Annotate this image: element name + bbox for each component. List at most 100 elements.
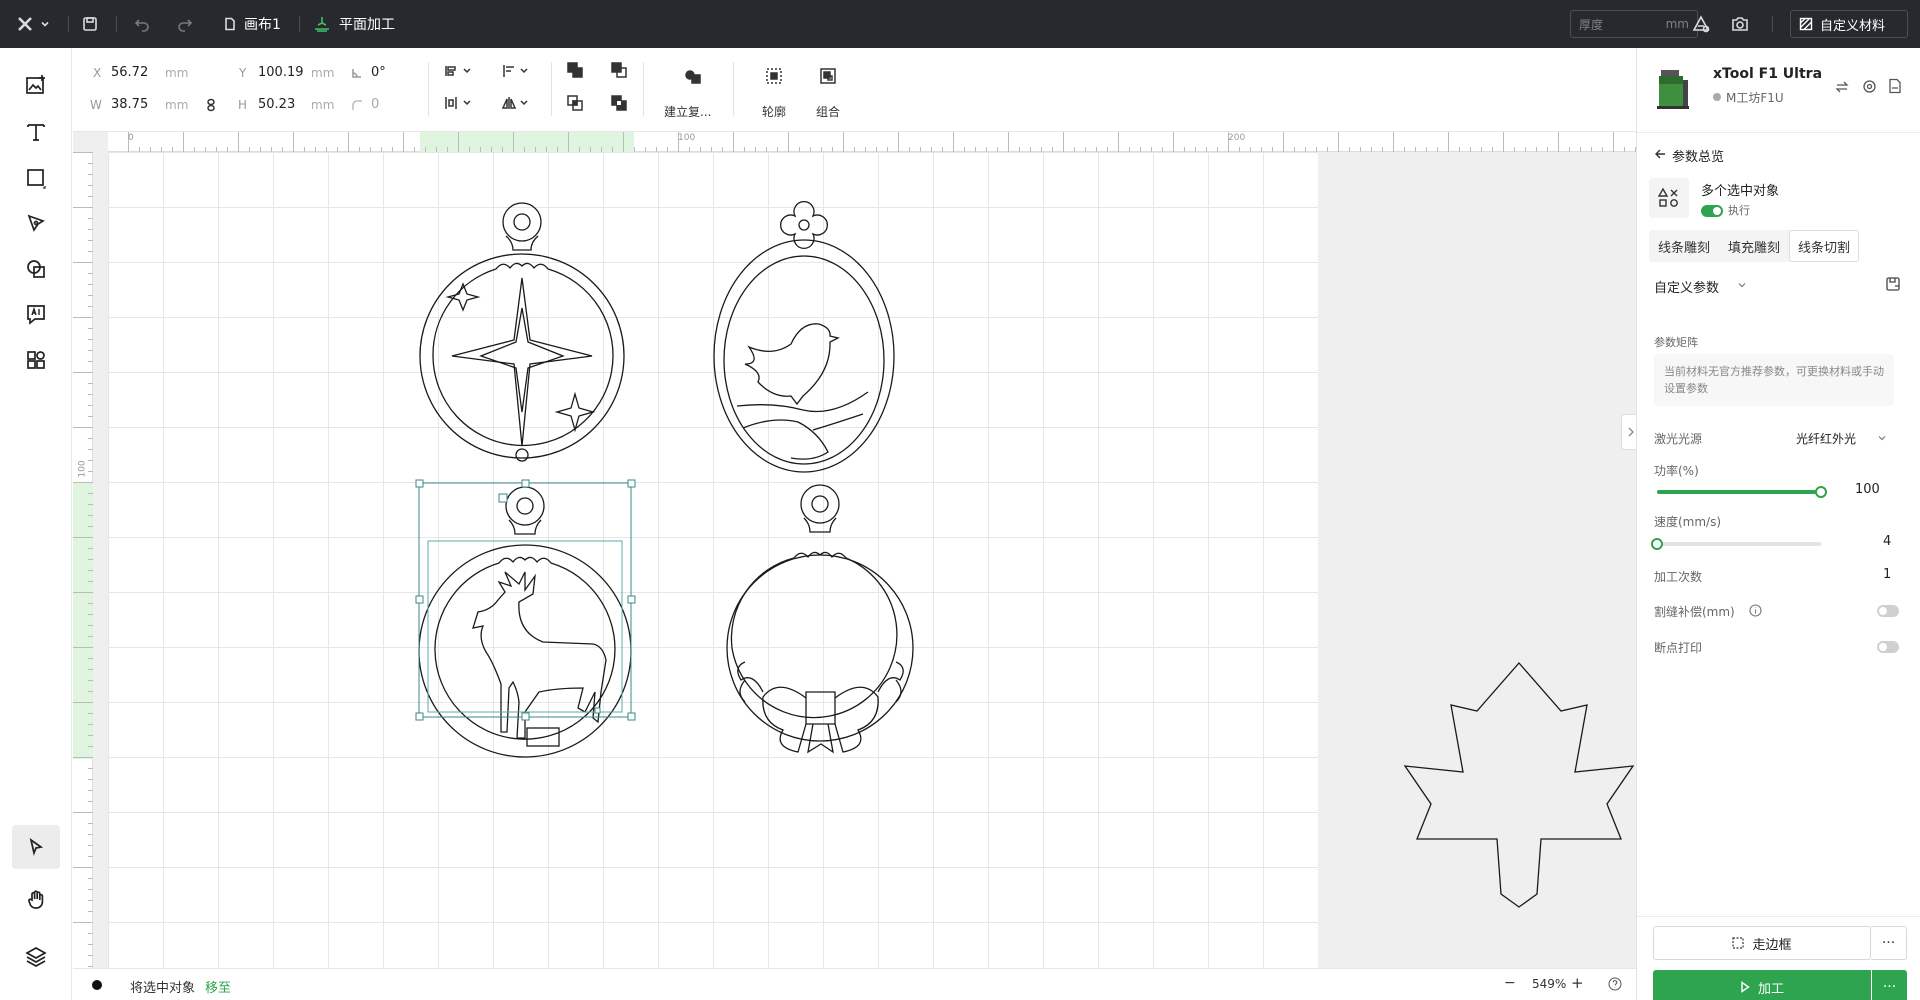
save-button[interactable] — [82, 0, 98, 48]
apps-tool[interactable] — [18, 342, 54, 378]
cursor-icon — [29, 838, 44, 856]
h-input[interactable]: 50.23 — [258, 97, 295, 112]
corner-radius-input[interactable]: 0 — [371, 97, 379, 112]
device-status: M工坊F1U — [1726, 91, 1784, 105]
layers-icon — [25, 947, 47, 967]
process-tabs: 线条雕刻 填充雕刻 线条切割 — [1649, 230, 1859, 262]
custom-params-dropdown[interactable]: 自定义参数 — [1654, 277, 1719, 296]
switch-device-icon[interactable] — [1835, 80, 1849, 98]
x-input[interactable]: 56.72 — [111, 65, 148, 80]
x-label: X — [93, 66, 102, 80]
custom-material-button[interactable]: 自定义材料 — [1790, 10, 1908, 38]
rotation-icon — [351, 67, 363, 83]
w-input[interactable]: 38.75 — [111, 97, 148, 112]
chevron-right-icon — [1628, 427, 1634, 437]
build-copy-icon[interactable] — [684, 67, 702, 89]
text-tool[interactable] — [18, 114, 54, 150]
ai-icon — [27, 305, 45, 325]
hand-tool[interactable] — [18, 882, 54, 918]
camera-button[interactable] — [1731, 0, 1749, 48]
frame-icon — [1732, 937, 1745, 949]
device-name[interactable]: xTool F1 Ultra — [1713, 66, 1822, 82]
help-icon[interactable] — [1608, 977, 1622, 995]
zoom-level[interactable]: 549% — [1532, 977, 1566, 991]
mode-selector[interactable]: 平面加工 — [313, 0, 395, 48]
zoom-out-button[interactable]: − — [1504, 975, 1516, 991]
ornament-bird[interactable] — [713, 200, 895, 473]
layers-tool[interactable] — [18, 938, 54, 974]
power-slider[interactable] — [1657, 486, 1827, 498]
kerf-toggle[interactable] — [1877, 605, 1899, 617]
undo-button[interactable] — [134, 0, 150, 48]
object-title: 多个选中对象 — [1701, 184, 1780, 199]
pen-tool[interactable] — [18, 205, 54, 241]
exclude-icon[interactable] — [611, 95, 627, 115]
ornament-star[interactable] — [419, 202, 625, 462]
y-input[interactable]: 100.19 — [258, 65, 304, 80]
redo-button[interactable] — [177, 0, 193, 48]
distribute-dropdown[interactable] — [445, 96, 473, 114]
info-icon[interactable] — [1749, 604, 1762, 621]
w-label: W — [90, 98, 102, 112]
tab-line-engrave[interactable]: 线条雕刻 — [1649, 230, 1719, 262]
collapse-panel-button[interactable] — [1621, 414, 1636, 450]
speed-label: 速度(mm/s) — [1654, 515, 1722, 529]
process-button[interactable]: 加工 — [1653, 970, 1871, 1000]
device-settings-icon[interactable] — [1862, 79, 1877, 98]
tab-line-cut[interactable]: 线条切割 — [1789, 230, 1859, 262]
device-doc-icon[interactable] — [1888, 78, 1902, 98]
process-more-button[interactable]: ··· — [1872, 970, 1907, 1000]
flip-dropdown[interactable] — [501, 96, 530, 114]
params-overview-link[interactable]: 参数总览 — [1672, 146, 1724, 165]
zoom-in-button[interactable]: + — [1571, 974, 1584, 992]
align-top-dropdown[interactable] — [445, 64, 473, 82]
ai-tool[interactable] — [18, 296, 54, 332]
move-to-link[interactable]: 移至 — [205, 977, 231, 996]
auto-measure-button[interactable] — [1692, 0, 1710, 48]
file-icon — [225, 17, 235, 31]
thickness-input[interactable]: 厚度 mm — [1570, 10, 1698, 38]
frame-button[interactable]: 走边框 — [1653, 926, 1871, 960]
intersect-icon[interactable] — [567, 95, 583, 115]
breakpoint-toggle[interactable] — [1877, 641, 1899, 653]
lock-ratio-icon[interactable] — [206, 98, 216, 116]
unite-icon[interactable] — [567, 62, 583, 82]
execute-toggle[interactable] — [1701, 205, 1723, 217]
canvas-name-tab[interactable]: 画布1 — [223, 0, 281, 48]
undo-icon — [134, 19, 149, 32]
save-params-icon[interactable] — [1885, 276, 1901, 296]
shape-tool[interactable] — [18, 160, 54, 196]
rotation-input[interactable]: 0° — [371, 65, 386, 80]
h-label: H — [238, 98, 248, 112]
tab-fill-engrave[interactable]: 填充雕刻 — [1719, 230, 1789, 262]
status-dot — [92, 980, 102, 990]
speed-slider[interactable] — [1651, 538, 1821, 550]
shapes-library-tool[interactable] — [18, 251, 54, 287]
speed-value[interactable]: 4 — [1883, 534, 1891, 549]
power-value[interactable]: 100 — [1855, 482, 1880, 497]
left-toolbar — [0, 48, 72, 1000]
app-logo-menu[interactable] — [16, 0, 50, 48]
shapes-icon — [1658, 187, 1678, 207]
save-icon — [83, 17, 97, 31]
back-arrow-icon[interactable] — [1654, 148, 1666, 164]
outline-icon[interactable] — [765, 67, 783, 89]
breakpoint-label: 断点打印 — [1654, 641, 1703, 655]
device-status-dot — [1713, 93, 1721, 101]
group-icon[interactable] — [819, 67, 837, 89]
passes-value[interactable]: 1 — [1883, 567, 1891, 582]
maple-leaf-shape[interactable] — [1403, 662, 1635, 908]
align-left-dropdown[interactable] — [502, 64, 530, 82]
ornament-bow[interactable] — [726, 484, 914, 754]
frame-more-button[interactable]: ··· — [1871, 926, 1907, 960]
corner-radius-icon — [351, 99, 363, 115]
y-label: Y — [239, 66, 247, 80]
subtract-icon[interactable] — [611, 62, 627, 82]
image-tool[interactable] — [18, 67, 54, 103]
outline-label: 轮廓 — [762, 105, 787, 119]
apps-icon — [27, 351, 45, 369]
laser-source-select[interactable]: 光纤红外光 — [1796, 430, 1856, 447]
canvas-area[interactable]: 0 100 200 100 — [73, 132, 1636, 968]
select-tool[interactable] — [12, 825, 60, 869]
x-unit: mm — [165, 66, 189, 80]
